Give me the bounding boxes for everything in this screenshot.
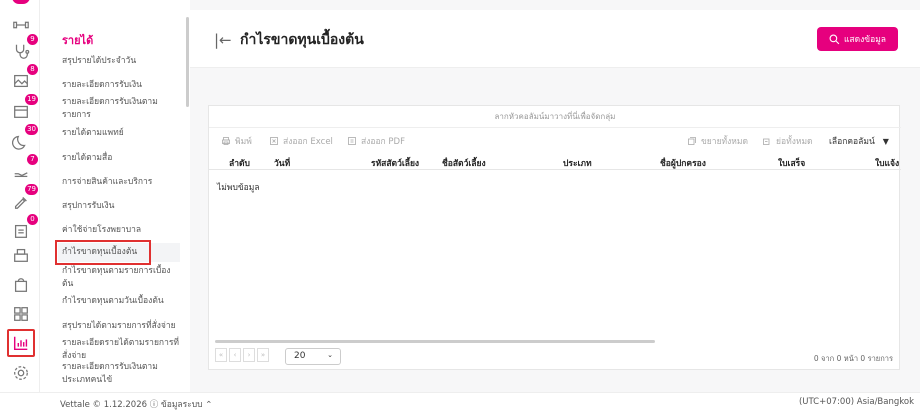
- print-button[interactable]: พิมพ์: [221, 134, 252, 148]
- icon-rail: 9 8 19 30 7 79 0: [0, 0, 40, 407]
- export-excel-label: ส่งออก Excel: [283, 137, 333, 147]
- collapse-icon: [763, 138, 770, 145]
- column-chooser-button[interactable]: เลือกคอลัมน์ ▼: [829, 134, 889, 148]
- footer: Vettale © 1.12.2026 ⓘ ข้อมูลระบบ ⌃ (UTC+…: [0, 392, 920, 410]
- gear-icon[interactable]: [10, 362, 32, 384]
- empty-message: ไม่พบข้อมูล: [217, 183, 260, 193]
- show-data-button[interactable]: แสดงข้อมูล: [817, 27, 898, 51]
- print-label: พิมพ์: [235, 137, 252, 147]
- report-menu: รายได้ สรุปรายได้ประจำวัน รายละเอียดการร…: [40, 0, 190, 392]
- column-header[interactable]: ใบเสร็จ: [778, 156, 805, 170]
- badge: 0: [27, 214, 38, 225]
- column-header[interactable]: ประเภท: [563, 156, 592, 170]
- menu-item-income-detail-by-order[interactable]: รายละเอียดรายได้ตามรายการที่สั่งจ่าย: [62, 337, 180, 363]
- data-grid: ลากหัวคอลัมน์มาวางที่นี่เพื่อจัดกลุ่ม พิ…: [208, 105, 901, 370]
- footer-timezone: (UTC+07:00) Asia/Bangkok: [798, 397, 914, 407]
- chevron-down-icon: ⌄: [327, 351, 333, 359]
- menu-scrollbar[interactable]: [186, 17, 189, 107]
- menu-item-income-by-media[interactable]: รายได้ตามสื่อ: [62, 152, 180, 165]
- column-header[interactable]: ลำดับ: [229, 156, 250, 170]
- active-highlight: [55, 240, 151, 265]
- column-header[interactable]: ใบแจ้ง: [875, 156, 899, 170]
- group-panel[interactable]: ลากหัวคอลัมน์มาวางที่นี่เพื่อจัดกลุ่ม: [209, 106, 901, 128]
- expand-all-label: ขยายทั้งหมด: [701, 137, 749, 147]
- expand-icon: [688, 137, 696, 145]
- horizontal-scrollbar[interactable]: [215, 340, 655, 343]
- menu-item-payment-detail[interactable]: รายละเอียดการรับเงิน: [62, 79, 180, 92]
- column-header[interactable]: วันที่: [274, 156, 290, 170]
- page-header: |← กำไรขาดทุนเบื้องต้น แสดงข้อมูล: [190, 10, 920, 68]
- menu-item-payment-summary[interactable]: สรุปการรับเงิน: [62, 200, 180, 213]
- first-page-button[interactable]: «: [215, 348, 227, 362]
- column-header[interactable]: ชื่อผู้ปกครอง: [660, 156, 706, 170]
- collapse-all-button[interactable]: ย่อทั้งหมด: [762, 134, 813, 148]
- grid-toolbar: พิมพ์ ส่งออก Excel ส่งออก PDF ขยายทั้งหม…: [209, 130, 901, 150]
- clipboard-icon[interactable]: 0: [10, 214, 38, 242]
- search-icon: [829, 34, 840, 44]
- export-pdf-button[interactable]: ส่งออก PDF: [347, 134, 405, 148]
- calendar-icon[interactable]: 19: [10, 94, 38, 122]
- main-content: |← กำไรขาดทุนเบื้องต้น แสดงข้อมูล ลากหัว…: [190, 0, 920, 392]
- cash-register-icon[interactable]: [10, 244, 32, 266]
- report-image-icon[interactable]: 8: [10, 64, 38, 92]
- menu-item-product-service[interactable]: การจ่ายสินค้าและบริการ: [62, 176, 180, 189]
- footer-version[interactable]: Vettale © 1.12.2026 ⓘ ข้อมูลระบบ ⌃: [60, 397, 212, 411]
- expand-all-button[interactable]: ขยายทั้งหมด: [687, 134, 748, 148]
- pager-buttons: « ‹ › »: [215, 348, 269, 362]
- export-pdf-label: ส่งออก PDF: [361, 137, 405, 147]
- menu-title: รายได้: [62, 34, 94, 47]
- column-header[interactable]: รหัสสัตว์เลี้ยง: [371, 156, 419, 170]
- badge: 19: [25, 94, 38, 105]
- stethoscope-icon[interactable]: 9: [10, 34, 38, 62]
- column-header[interactable]: ชื่อสัตว์เลี้ยง: [442, 156, 486, 170]
- badge: 8: [27, 64, 38, 75]
- excel-icon: [270, 137, 278, 145]
- badge: 30: [25, 124, 38, 135]
- menu-item-payment-detail-by-item[interactable]: รายละเอียดการรับเงินตามรายการ: [62, 96, 180, 122]
- page-size-value: 20: [294, 351, 306, 361]
- last-page-button[interactable]: »: [257, 348, 269, 362]
- grid-icon[interactable]: [10, 303, 32, 325]
- collapse-left-icon[interactable]: |←: [214, 31, 232, 49]
- syringe-icon[interactable]: 79: [10, 184, 38, 212]
- prev-page-button[interactable]: ‹: [229, 348, 241, 362]
- hand-icon[interactable]: 7: [10, 154, 38, 182]
- pager-info: 0 จาก 0 หน้า 0 รายการ: [813, 354, 893, 363]
- pdf-icon: [348, 137, 356, 145]
- menu-item-profit-loss-by-day[interactable]: กำไรขาดทุนตามวันเบื้องต้น: [62, 295, 180, 308]
- menu-item-income-by-doctor[interactable]: รายได้ตามแพทย์: [62, 127, 180, 140]
- collapse-all-label: ย่อทั้งหมด: [776, 137, 813, 147]
- menu-item-daily-income[interactable]: สรุปรายได้ประจำวัน: [62, 55, 180, 68]
- table-header: ลำดับ วันที่ รหัสสัตว์เลี้ยง ชื่อสัตว์เล…: [209, 152, 901, 170]
- page-size-select[interactable]: 20 ⌄: [285, 348, 341, 365]
- menu-item-payment-by-patient-type[interactable]: รายละเอียดการรับเงินตามประเภทคนไข้: [62, 361, 180, 387]
- menu-item-income-summary-by-order[interactable]: สรุปรายได้ตามรายการที่สั่งจ่าย: [62, 320, 180, 333]
- badge: 79: [25, 184, 38, 195]
- moon-icon[interactable]: 30: [10, 124, 38, 152]
- badge: 9: [27, 34, 38, 45]
- badge: 7: [27, 154, 38, 165]
- shopping-bag-icon[interactable]: [10, 274, 32, 296]
- show-data-label: แสดงข้อมูล: [843, 35, 887, 45]
- column-chooser-label: เลือกคอลัมน์: [829, 137, 875, 147]
- dumbbell-icon[interactable]: [10, 14, 32, 36]
- export-excel-button[interactable]: ส่งออก Excel: [269, 134, 333, 148]
- menu-item-hospital-expense[interactable]: ค่าใช้จ่ายโรงพยาบาล: [62, 224, 180, 237]
- menu-item-profit-loss-by-item[interactable]: กำไรขาดทุนตามรายการเบื้องต้น: [62, 265, 180, 291]
- chart-icon[interactable]: [7, 329, 35, 357]
- caret-down-icon: ▼: [882, 136, 889, 146]
- printer-icon: [222, 137, 230, 145]
- logo: [12, 0, 30, 4]
- page-title: กำไรขาดทุนเบื้องต้น: [240, 32, 364, 48]
- next-page-button[interactable]: ›: [243, 348, 255, 362]
